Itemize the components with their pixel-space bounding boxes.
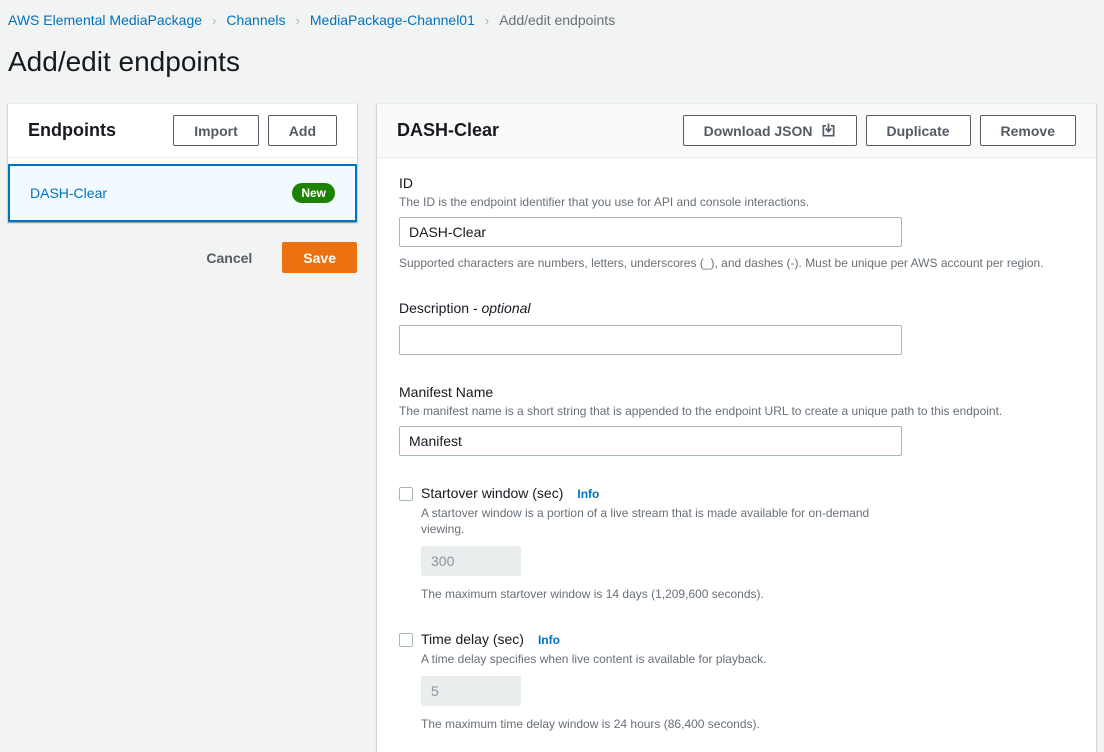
id-input[interactable]	[399, 217, 902, 247]
manifest-name-input[interactable]	[399, 426, 902, 456]
time-delay-input	[421, 676, 521, 706]
manifest-name-description: The manifest name is a short string that…	[399, 403, 1074, 419]
endpoint-detail-panel: DASH-Clear Download JSON Duplicate Remov…	[377, 103, 1096, 752]
breadcrumb-link-mediapackage[interactable]: AWS Elemental MediaPackage	[8, 12, 202, 28]
add-button[interactable]: Add	[268, 115, 337, 146]
manifest-name-label: Manifest Name	[399, 383, 1074, 402]
endpoint-name[interactable]: DASH-Clear	[30, 185, 107, 201]
startover-window-info-link[interactable]: Info	[577, 487, 599, 501]
breadcrumb-link-channels[interactable]: Channels	[226, 12, 285, 28]
time-delay-info-link[interactable]: Info	[538, 633, 560, 647]
endpoint-detail-header: DASH-Clear Download JSON Duplicate Remov…	[377, 104, 1096, 158]
startover-window-field-group: Startover window (sec) Info A startover …	[399, 484, 1074, 602]
endpoints-panel-title: Endpoints	[28, 120, 116, 141]
page-title: Add/edit endpoints	[8, 46, 1096, 78]
endpoints-panel: Endpoints Import Add DASH-Clear New	[8, 103, 357, 222]
id-description: The ID is the endpoint identifier that y…	[399, 194, 1074, 210]
endpoint-list: DASH-Clear New	[8, 158, 357, 222]
import-button[interactable]: Import	[173, 115, 259, 146]
time-delay-label: Time delay (sec)	[421, 630, 524, 649]
remove-button[interactable]: Remove	[980, 115, 1076, 146]
description-label: Description	[399, 300, 469, 316]
breadcrumb-separator-icon: ›	[485, 13, 489, 28]
description-input[interactable]	[399, 325, 902, 355]
time-delay-description: A time delay specifies when live content…	[421, 651, 891, 667]
endpoint-form: ID The ID is the endpoint identifier tha…	[377, 158, 1096, 752]
download-icon	[821, 123, 836, 138]
startover-window-label: Startover window (sec)	[421, 484, 563, 503]
description-optional-label: - optional	[473, 300, 531, 316]
description-field-group: Description - optional	[399, 299, 1074, 355]
breadcrumb-current: Add/edit endpoints	[499, 12, 615, 28]
manifest-name-field-group: Manifest Name The manifest name is a sho…	[399, 383, 1074, 456]
id-hint: Supported characters are numbers, letter…	[399, 255, 1074, 271]
id-field-group: ID The ID is the endpoint identifier tha…	[399, 174, 1074, 271]
breadcrumb: AWS Elemental MediaPackage › Channels › …	[8, 10, 1096, 30]
endpoint-list-item-dash-clear[interactable]: DASH-Clear New	[8, 164, 357, 222]
cancel-button[interactable]: Cancel	[206, 242, 252, 273]
breadcrumb-separator-icon: ›	[212, 13, 216, 28]
time-delay-field-group: Time delay (sec) Info A time delay speci…	[399, 630, 1074, 732]
download-json-label: Download JSON	[704, 123, 813, 139]
startover-window-hint: The maximum startover window is 14 days …	[421, 586, 1074, 602]
page: AWS Elemental MediaPackage › Channels › …	[0, 0, 1104, 752]
endpoints-panel-header: Endpoints Import Add	[8, 104, 357, 157]
endpoint-detail-column: DASH-Clear Download JSON Duplicate Remov…	[377, 103, 1096, 752]
save-button[interactable]: Save	[282, 242, 357, 273]
time-delay-hint: The maximum time delay window is 24 hour…	[421, 716, 1074, 732]
breadcrumb-separator-icon: ›	[296, 13, 300, 28]
startover-window-input	[421, 546, 521, 576]
startover-window-description: A startover window is a portion of a liv…	[421, 505, 891, 537]
duplicate-button[interactable]: Duplicate	[866, 115, 971, 146]
startover-window-checkbox[interactable]	[399, 487, 413, 501]
form-actions: Cancel Save	[8, 242, 357, 273]
time-delay-checkbox[interactable]	[399, 633, 413, 647]
download-json-button[interactable]: Download JSON	[683, 115, 857, 146]
endpoint-detail-title: DASH-Clear	[397, 120, 499, 141]
id-label: ID	[399, 174, 1074, 193]
new-badge: New	[292, 183, 335, 203]
endpoints-column: Endpoints Import Add DASH-Clear New Canc…	[8, 103, 357, 273]
breadcrumb-link-channel01[interactable]: MediaPackage-Channel01	[310, 12, 475, 28]
